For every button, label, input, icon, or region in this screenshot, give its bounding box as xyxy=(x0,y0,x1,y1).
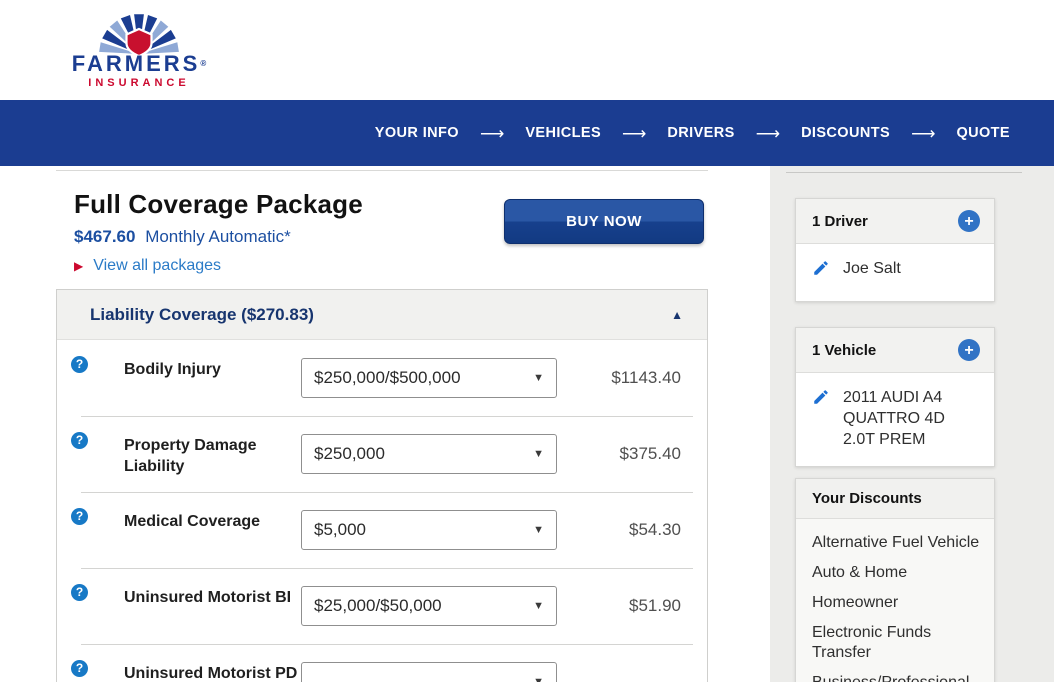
arrow-right-icon: ⟶ xyxy=(911,125,935,142)
discount-item: Auto & Home xyxy=(812,563,980,583)
liability-coverage-section: Liability Coverage ($270.83) ▲ ? Bodily … xyxy=(56,289,708,682)
coverage-row-uninsured-motorist-pd: ? Uninsured Motorist PD ▼ xyxy=(57,644,707,682)
driver-card-header: 1 Driver + xyxy=(796,199,994,244)
chevron-up-icon[interactable]: ▲ xyxy=(671,308,683,322)
arrow-right-icon: ⟶ xyxy=(622,125,646,142)
coverage-row-uninsured-motorist-bi: ? Uninsured Motorist BI $25,000/$50,000 … xyxy=(57,568,707,644)
nav-step-quote[interactable]: QUOTE xyxy=(956,125,1010,141)
driver-card-title: 1 Driver xyxy=(812,213,868,230)
driver-card-body: Joe Salt xyxy=(796,244,994,295)
brand-name: FARMERS® xyxy=(64,52,214,76)
coverage-row-bodily-injury: ? Bodily Injury $250,000/$500,000 ▼ $114… xyxy=(57,340,707,416)
help-icon[interactable]: ? xyxy=(71,432,88,449)
registered-mark: ® xyxy=(200,59,206,68)
chevron-down-icon: ▼ xyxy=(533,511,544,549)
discounts-card-body: Alternative Fuel Vehicle Auto & Home Hom… xyxy=(796,519,994,682)
nav-step-vehicles[interactable]: VEHICLES xyxy=(525,125,601,141)
vehicle-card: 1 Vehicle + 2011 AUDI A4 QUATTRO 4D 2.0T… xyxy=(795,327,995,467)
selected-value: $25,000/$50,000 xyxy=(314,587,442,625)
view-all-packages-link[interactable]: ▶ View all packages xyxy=(74,257,221,275)
selected-value: $250,000 xyxy=(314,435,385,473)
edit-pencil-icon[interactable] xyxy=(812,259,830,277)
help-icon[interactable]: ? xyxy=(71,356,88,373)
coverage-price: $54.30 xyxy=(629,510,681,550)
coverage-row-medical: ? Medical Coverage $5,000 ▼ $54.30 xyxy=(57,492,707,568)
coverage-label: Uninsured Motorist PD xyxy=(124,663,300,682)
chevron-down-icon: ▼ xyxy=(533,587,544,625)
chevron-down-icon: ▼ xyxy=(533,359,544,397)
discounts-card: Your Discounts Alternative Fuel Vehicle … xyxy=(795,478,995,682)
selected-value: $250,000/$500,000 xyxy=(314,359,461,397)
nav-step-discounts[interactable]: DISCOUNTS xyxy=(801,125,890,141)
coverage-label: Medical Coverage xyxy=(124,511,300,532)
select-property-damage-liability[interactable]: $250,000 ▼ xyxy=(301,434,557,474)
nav-step-drivers[interactable]: DRIVERS xyxy=(667,125,734,141)
coverage-row-property-damage: ? Property Damage Liability $250,000 ▼ $… xyxy=(57,416,707,492)
quote-page: FARMERS® INSURANCE YOUR INFO ⟶ VEHICLES … xyxy=(0,0,1054,682)
add-driver-button[interactable]: + xyxy=(958,210,980,232)
nav-step-your-info[interactable]: YOUR INFO xyxy=(375,125,459,141)
add-vehicle-button[interactable]: + xyxy=(958,339,980,361)
vehicle-card-title: 1 Vehicle xyxy=(812,342,876,359)
coverage-label: Property Damage Liability xyxy=(124,435,300,477)
farmers-sunburst-icon xyxy=(81,10,197,56)
arrow-right-icon: ⟶ xyxy=(480,125,504,142)
discounts-card-title: Your Discounts xyxy=(812,490,922,507)
coverage-label: Uninsured Motorist BI xyxy=(124,587,300,608)
discount-item: Business/Professional Group xyxy=(812,673,980,682)
select-bodily-injury[interactable]: $250,000/$500,000 ▼ xyxy=(301,358,557,398)
farmers-logo[interactable]: FARMERS® INSURANCE xyxy=(64,10,214,89)
chevron-down-icon: ▼ xyxy=(533,435,544,473)
discount-item: Electronic Funds Transfer xyxy=(812,623,980,663)
select-medical-coverage[interactable]: $5,000 ▼ xyxy=(301,510,557,550)
driver-name: Joe Salt xyxy=(843,258,901,279)
coverage-price: $1143.40 xyxy=(611,358,681,398)
buy-now-button[interactable]: BUY NOW xyxy=(504,199,704,244)
coverage-price: $51.90 xyxy=(629,586,681,626)
discount-item: Homeowner xyxy=(812,593,980,613)
progress-nav: YOUR INFO ⟶ VEHICLES ⟶ DRIVERS ⟶ DISCOUN… xyxy=(0,100,1054,166)
edit-pencil-icon[interactable] xyxy=(812,388,830,406)
select-uninsured-motorist-bi[interactable]: $25,000/$50,000 ▼ xyxy=(301,586,557,626)
driver-card: 1 Driver + Joe Salt xyxy=(795,198,995,302)
help-icon[interactable]: ? xyxy=(71,584,88,601)
vehicle-name: 2011 AUDI A4 QUATTRO 4D 2.0T PREM xyxy=(843,387,980,450)
triangle-right-icon: ▶ xyxy=(74,259,83,273)
coverage-label: Bodily Injury xyxy=(124,359,300,380)
vehicle-item[interactable]: 2011 AUDI A4 QUATTRO 4D 2.0T PREM xyxy=(812,387,980,450)
chevron-down-icon: ▼ xyxy=(533,663,544,682)
view-all-packages-label: View all packages xyxy=(93,257,221,275)
package-billing-label: Monthly Automatic* xyxy=(145,227,291,246)
brand-subtitle: INSURANCE xyxy=(64,77,214,89)
vehicle-card-header: 1 Vehicle + xyxy=(796,328,994,373)
driver-item[interactable]: Joe Salt xyxy=(812,258,980,279)
discounts-card-header: Your Discounts xyxy=(796,479,994,519)
discount-item: Alternative Fuel Vehicle xyxy=(812,533,980,553)
vehicle-card-body: 2011 AUDI A4 QUATTRO 4D 2.0T PREM xyxy=(796,373,994,466)
quote-panel: Full Coverage Package $467.60 Monthly Au… xyxy=(56,170,708,682)
page-header: FARMERS® INSURANCE xyxy=(0,0,1054,100)
liability-coverage-title: Liability Coverage ($270.83) xyxy=(90,305,314,325)
selected-value: $5,000 xyxy=(314,511,366,549)
help-icon[interactable]: ? xyxy=(71,508,88,525)
coverage-price: $375.40 xyxy=(620,434,681,474)
sidebar-divider xyxy=(786,172,1022,173)
package-price: $467.60 xyxy=(74,227,135,246)
help-icon[interactable]: ? xyxy=(71,660,88,677)
arrow-right-icon: ⟶ xyxy=(756,125,780,142)
select-uninsured-motorist-pd[interactable]: ▼ xyxy=(301,662,557,682)
liability-coverage-header[interactable]: Liability Coverage ($270.83) ▲ xyxy=(57,290,707,340)
